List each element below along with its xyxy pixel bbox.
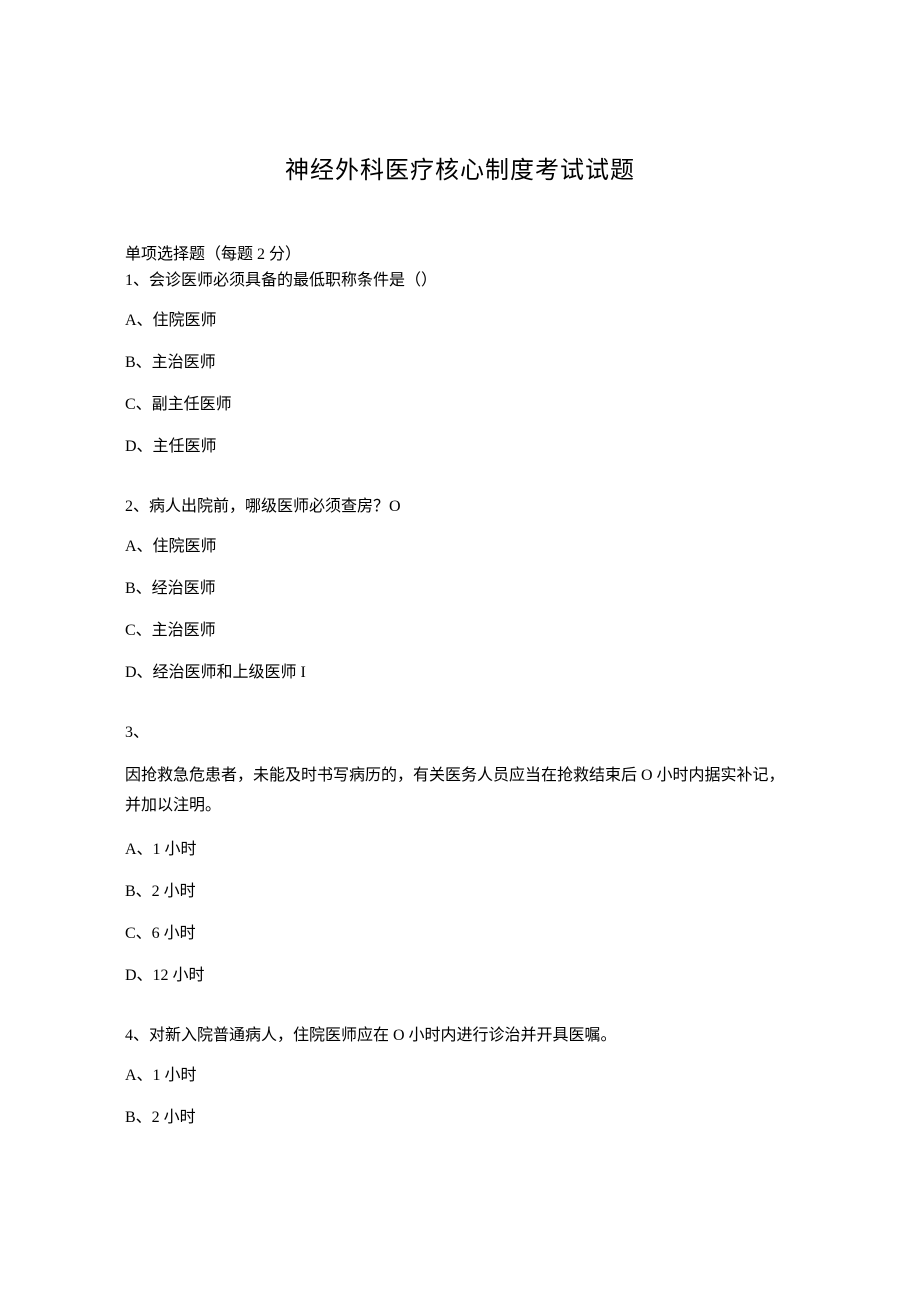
question-2-option-b: B、经治医师 [125,577,795,601]
question-1: 1、会诊医师必须具备的最低职称条件是（） A、住院医师 B、主治医师 C、副主任… [125,269,795,459]
question-3-option-c: C、6 小时 [125,922,795,946]
question-1-option-d: D、主任医师 [125,435,795,459]
question-4-option-a: A、1 小时 [125,1064,795,1088]
question-2-option-c: C、主治医师 [125,619,795,643]
question-3-option-d: D、12 小时 [125,964,795,988]
question-2: 2、病人出院前，哪级医师必须查房？O A、住院医师 B、经治医师 C、主治医师 … [125,495,795,685]
question-4-stem: 4、对新入院普通病人，住院医师应在 O 小时内进行诊治并开具医嘱。 [125,1024,795,1048]
page-title: 神经外科医疗核心制度考试试题 [125,150,795,185]
question-4-option-b: B、2 小时 [125,1106,795,1130]
question-1-option-a: A、住院医师 [125,309,795,333]
question-3-stem: 因抢救急危患者，未能及时书写病历的，有关医务人员应当在抢救结束后 O 小时内据实… [125,761,795,822]
question-3-option-b: B、2 小时 [125,880,795,904]
question-2-option-a: A、住院医师 [125,535,795,559]
question-2-stem: 2、病人出院前，哪级医师必须查房？O [125,495,795,519]
question-1-option-b: B、主治医师 [125,351,795,375]
section-intro: 单项选择题（每题 2 分） [125,243,795,267]
question-4: 4、对新入院普通病人，住院医师应在 O 小时内进行诊治并开具医嘱。 A、1 小时… [125,1024,795,1130]
question-3-option-a: A、1 小时 [125,838,795,862]
question-1-option-c: C、副主任医师 [125,393,795,417]
question-3-number: 3、 [125,721,795,745]
question-3: 3、 因抢救急危患者，未能及时书写病历的，有关医务人员应当在抢救结束后 O 小时… [125,721,795,988]
question-2-option-d: D、经治医师和上级医师 I [125,661,795,685]
question-1-stem: 1、会诊医师必须具备的最低职称条件是（） [125,269,795,293]
